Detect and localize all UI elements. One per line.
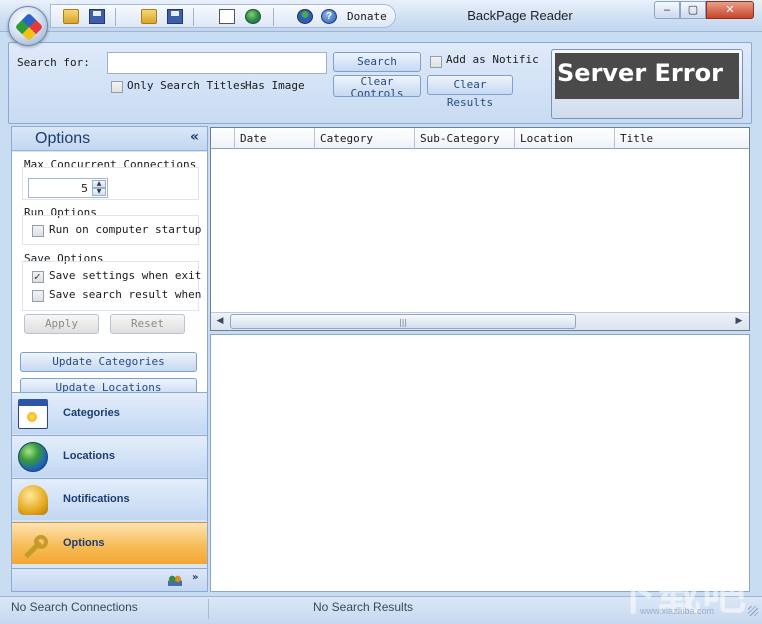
results-grid[interactable]: Date Category Sub-Category Location Titl…: [210, 127, 750, 331]
search-input[interactable]: [107, 52, 327, 74]
reset-button[interactable]: Reset: [110, 314, 185, 334]
status-banner: Server Error: [551, 49, 743, 119]
help-icon[interactable]: ?: [321, 9, 337, 24]
max-connections-value: 5: [81, 182, 88, 195]
column-header-select[interactable]: [211, 128, 234, 149]
nav-item-label: Locations: [63, 450, 115, 462]
save-icon[interactable]: [167, 9, 183, 24]
scrollbar-thumb[interactable]: |||: [230, 314, 576, 329]
nav-item-locations[interactable]: Locations: [12, 435, 207, 477]
globe-icon[interactable]: [245, 9, 261, 24]
key-icon: [18, 529, 48, 559]
user-icon[interactable]: [297, 9, 313, 24]
add-as-notification-label: Add as Notific: [446, 53, 539, 66]
nav-item-label: Categories: [63, 407, 120, 419]
server-error-text: Server Error: [557, 59, 723, 87]
status-banner-display: Server Error: [555, 53, 739, 99]
grid-header: Date Category Sub-Category Location Titl…: [211, 128, 749, 149]
only-search-titles-checkbox[interactable]: [111, 81, 123, 93]
save-settings-checkbox[interactable]: [32, 270, 44, 283]
toolbar-separator: [273, 8, 274, 26]
column-header-date[interactable]: Date: [234, 128, 314, 149]
chevron-right-icon[interactable]: »: [192, 572, 198, 583]
nav-item-options[interactable]: Options: [12, 522, 207, 564]
calendar-icon: [18, 399, 48, 429]
apply-button[interactable]: Apply: [24, 314, 99, 334]
people-icon[interactable]: [168, 574, 182, 586]
options-body: Max Concurrent Connections 5 ▲ ▼ Run Opt…: [12, 152, 207, 392]
search-label: Search for:: [17, 56, 90, 69]
open-folder-icon[interactable]: [141, 9, 157, 24]
connections-status: No Search Connections: [11, 600, 138, 614]
nav-item-categories[interactable]: Categories: [12, 392, 207, 434]
add-as-notification-checkbox[interactable]: [430, 56, 442, 68]
detail-pane[interactable]: [210, 334, 750, 592]
search-button[interactable]: Search: [333, 52, 421, 72]
horizontal-scrollbar[interactable]: ◀ ||| ▶: [211, 312, 749, 330]
run-on-startup-checkbox[interactable]: [32, 225, 44, 237]
collapse-icon[interactable]: «: [190, 129, 199, 145]
nav-footer: »: [12, 568, 207, 591]
column-header-sub-category[interactable]: Sub-Category: [414, 128, 514, 149]
options-header: Options «: [12, 127, 207, 151]
only-search-titles-label: Only Search Titles: [127, 79, 247, 92]
open-folder-icon[interactable]: [63, 9, 79, 24]
title-bar: ? Donate BackPage Reader ‒ ▢ ✕: [0, 0, 762, 46]
quick-access-toolbar: ? Donate: [50, 4, 396, 28]
app-menu-button[interactable]: [8, 6, 48, 46]
grip-icon: |||: [399, 318, 408, 327]
search-panel: Search for: Only Search Titles Has Image…: [8, 42, 752, 124]
maximize-button[interactable]: ▢: [680, 1, 706, 19]
clear-controls-button[interactable]: Clear Controls: [333, 75, 421, 97]
nav-item-notifications[interactable]: Notifications: [12, 478, 207, 520]
minimize-button[interactable]: ‒: [654, 1, 680, 19]
window-title: BackPage Reader: [467, 8, 573, 23]
update-locations-button[interactable]: Update Locations: [20, 378, 197, 392]
column-header-category[interactable]: Category: [314, 128, 414, 149]
scroll-right-icon[interactable]: ▶: [731, 315, 747, 329]
status-divider: [208, 599, 209, 619]
save-icon[interactable]: [89, 9, 105, 24]
resize-grip-icon[interactable]: [748, 606, 758, 616]
toolbar-separator: [193, 8, 194, 26]
watermark-url: www.xiazaiba.com: [640, 606, 715, 616]
run-on-startup-label: Run on computer startup: [49, 223, 202, 236]
options-title: Options: [35, 130, 91, 147]
donate-button[interactable]: Donate: [347, 10, 387, 23]
globe-icon: [18, 442, 48, 472]
scroll-left-icon[interactable]: ◀: [212, 315, 228, 329]
results-status: No Search Results: [313, 600, 414, 614]
column-header-title[interactable]: Title: [614, 128, 749, 149]
toolbar-separator: [115, 8, 116, 26]
clear-results-button[interactable]: Clear Results: [427, 75, 513, 109]
stepper-down-icon[interactable]: ▼: [92, 188, 106, 196]
save-results-label: Save search result when exit: [49, 288, 201, 301]
options-panel: Options « Max Concurrent Connections 5 ▲…: [11, 126, 208, 592]
has-image-label[interactable]: Has Image: [245, 79, 305, 92]
app-logo-icon: [14, 12, 44, 42]
save-settings-label: Save settings when exit: [49, 269, 202, 282]
update-categories-button[interactable]: Update Categories: [20, 352, 197, 372]
save-results-checkbox[interactable]: [32, 290, 44, 302]
stepper-up-icon[interactable]: ▲: [92, 180, 106, 188]
nav-item-label: Options: [63, 537, 105, 549]
max-connections-stepper[interactable]: 5 ▲ ▼: [28, 178, 108, 198]
document-icon[interactable]: [219, 9, 235, 24]
bell-icon: [18, 485, 48, 515]
nav-item-label: Notifications: [63, 493, 130, 505]
close-button[interactable]: ✕: [706, 1, 754, 19]
column-header-location[interactable]: Location: [514, 128, 614, 149]
